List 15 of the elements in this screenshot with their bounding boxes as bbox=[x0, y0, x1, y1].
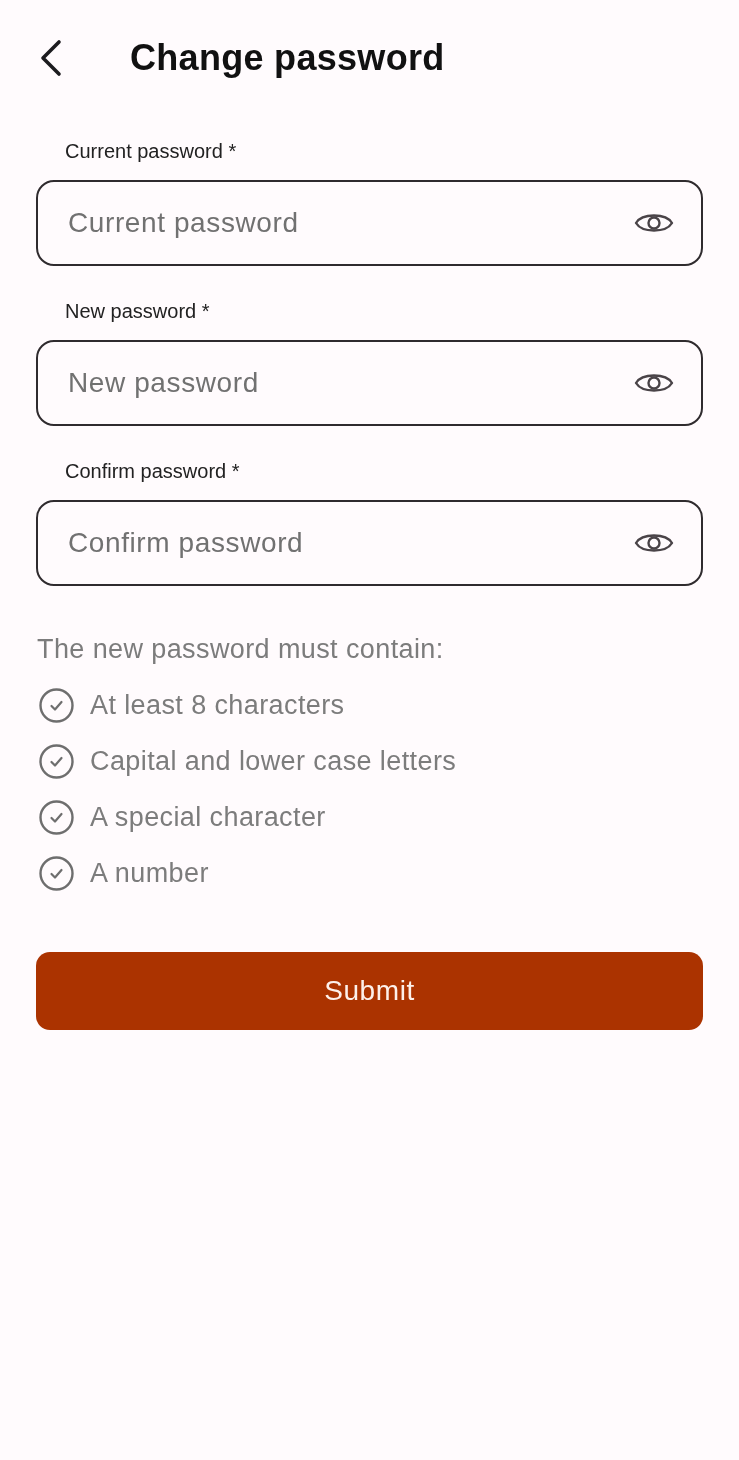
requirement-text: At least 8 characters bbox=[90, 689, 345, 722]
password-field[interactable]: Current password bbox=[36, 180, 703, 266]
field-label: Confirm password * bbox=[65, 459, 240, 483]
requirement-text: A number bbox=[90, 857, 209, 890]
submit-button[interactable]: Submit bbox=[36, 952, 703, 1030]
password-field[interactable]: Confirm password bbox=[36, 500, 703, 586]
back-button[interactable] bbox=[38, 39, 64, 77]
requirement-text: Capital and lower case letters bbox=[90, 745, 457, 778]
field-label: New password * bbox=[65, 299, 210, 323]
requirement-text: A special character bbox=[90, 801, 326, 834]
back-chevron-icon bbox=[38, 39, 64, 77]
password-field[interactable]: New password bbox=[36, 340, 703, 426]
requirements-heading: The new password must contain: bbox=[37, 633, 444, 666]
field-label: Current password * bbox=[65, 139, 237, 163]
page-title: Change password bbox=[130, 36, 445, 80]
